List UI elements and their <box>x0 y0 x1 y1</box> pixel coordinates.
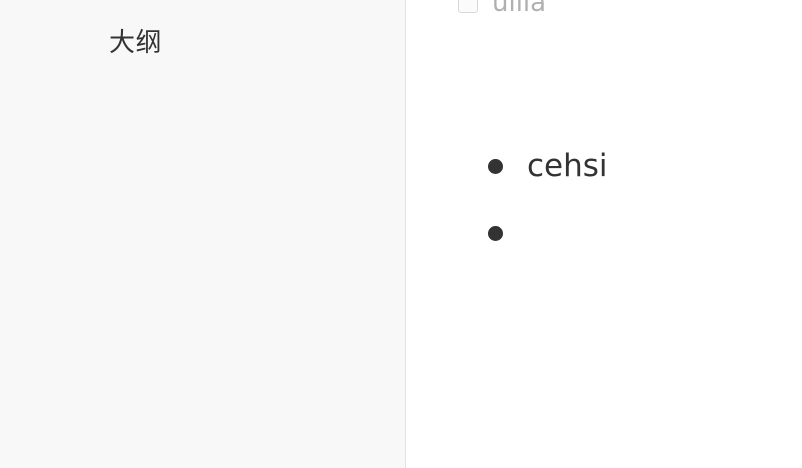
editor-area[interactable]: ullia cehsi <box>406 0 802 468</box>
bullet-item[interactable] <box>488 209 608 257</box>
outline-title: 大纲 <box>109 28 163 58</box>
bullet-icon <box>488 225 503 241</box>
task-item: ullia <box>458 0 546 16</box>
bullet-icon <box>488 158 503 174</box>
bullet-text[interactable]: cehsi <box>527 150 608 182</box>
bullet-item[interactable]: cehsi <box>488 142 608 190</box>
task-item-text[interactable]: ullia <box>492 0 546 16</box>
bullet-list: cehsi <box>488 142 608 276</box>
outline-sidebar: 大纲 <box>0 0 406 468</box>
task-checkbox[interactable] <box>458 0 478 13</box>
app-window: 大纲 ullia cehsi <box>0 0 802 468</box>
